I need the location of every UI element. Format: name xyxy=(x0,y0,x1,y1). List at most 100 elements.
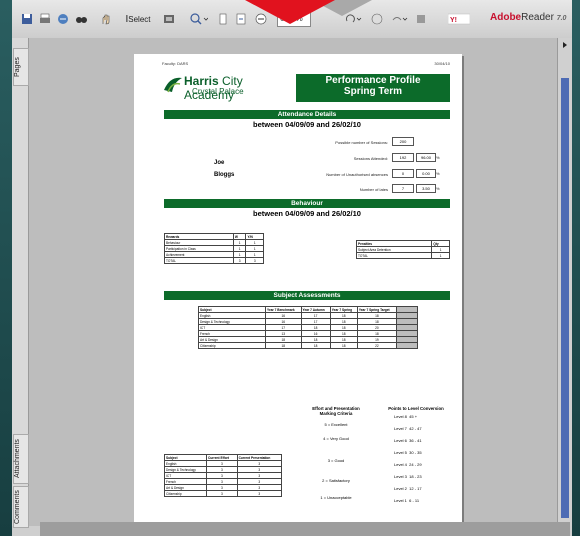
att-value-lates: 7 xyxy=(392,184,414,193)
yahoo-toolbar-icon[interactable]: Y! xyxy=(446,10,472,28)
att-label-lates: Number of lates xyxy=(359,187,388,192)
table-row: TOTAL 3 3 xyxy=(164,257,264,264)
level-name: Level 4 xyxy=(394,462,407,467)
assessments-cell: 18 xyxy=(329,342,358,349)
adobe-reader-brand: AdobeReader 7.0 xyxy=(490,12,566,23)
actual-size-icon[interactable] xyxy=(216,10,230,28)
level-item: Level 4 24 - 29 xyxy=(394,462,422,467)
criteria-item: 3 = Good xyxy=(327,458,345,463)
criteria-item: 4 = Very Good xyxy=(323,436,349,441)
expand-arrow-icon[interactable] xyxy=(559,40,571,50)
slide-indicator-arrow xyxy=(245,0,335,24)
behaviour-heading: Behaviour xyxy=(164,199,450,208)
rewards-cell: TOTAL xyxy=(164,257,234,264)
penalties-cell: 1 xyxy=(431,252,450,259)
level-item: Level 2 12 - 17 xyxy=(394,486,422,491)
level-item: Level 5 30 - 35 xyxy=(394,450,422,455)
effort-cell: 3 xyxy=(236,490,283,497)
rewards-table: Rewards W Y/N Behaviour 1 1 Participatio… xyxy=(164,233,264,264)
att-value-unauthorised: 0 xyxy=(392,169,414,178)
criteria-item: 1 = Unacceptable xyxy=(320,495,352,500)
navigation-panel: Pages Attachments Comments xyxy=(12,38,29,528)
table-row: Citizenship 18 18 18 22 xyxy=(198,342,418,349)
table-row: Citizenship 3 3 xyxy=(163,490,283,497)
level-item: Level 6 36 - 41 xyxy=(394,438,422,443)
brand-product: Reader xyxy=(521,12,554,23)
print-icon[interactable] xyxy=(38,10,52,28)
att-label-attended: Sessions Attended: xyxy=(353,156,388,161)
email-icon[interactable] xyxy=(56,10,70,28)
find-icon[interactable] xyxy=(74,10,88,28)
level-range: 18 - 23 xyxy=(409,474,422,479)
att-pct-unauthorised: 0.00 xyxy=(416,169,436,178)
title-banner: Performance Profile Spring Term xyxy=(296,74,450,102)
effort-cell: Citizenship xyxy=(163,490,208,497)
vertical-scrollbar[interactable] xyxy=(557,38,572,526)
levels-title: Points to Level Conversion xyxy=(388,406,444,411)
level-range: 30 - 35 xyxy=(409,450,422,455)
brand-name: Adobe xyxy=(490,12,522,23)
level-range: 6 - 11 xyxy=(409,498,420,503)
hand-tool-icon[interactable] xyxy=(99,10,113,28)
assessments-cell: 18 xyxy=(300,342,331,349)
att-pct-attended: 96.00 xyxy=(416,153,436,162)
select-tool-button[interactable]: I Select xyxy=(115,10,161,28)
save-icon[interactable] xyxy=(20,10,34,28)
level-item: Level 1 6 - 11 xyxy=(394,498,419,503)
student-first-name: Joe xyxy=(214,160,225,166)
level-name: Level 6 xyxy=(394,438,407,443)
level-item: Level 3 18 - 23 xyxy=(394,474,422,479)
att-value-attended: 192 xyxy=(392,153,414,162)
header-date: 30/04/10 xyxy=(434,61,450,66)
zoom-in-icon[interactable] xyxy=(188,10,210,28)
att-pct-lates: 3.50 xyxy=(416,184,436,193)
level-name: Level 3 xyxy=(394,474,407,479)
level-name: Level 7 xyxy=(394,426,407,431)
svg-text:Y!: Y! xyxy=(450,17,457,24)
effort-table: Subject Current Effort Current Presentat… xyxy=(163,454,283,497)
logo-subtitle: Crystal Palace xyxy=(192,87,244,96)
att-label-possible: Possible number of Sessions: xyxy=(335,140,388,145)
level-name: Level 5 xyxy=(394,450,407,455)
level-name: Level 1 xyxy=(394,498,407,503)
tools-icon[interactable] xyxy=(414,10,428,28)
att-pct-symbol-2: % xyxy=(436,171,440,176)
assessments-blank-cell xyxy=(396,342,418,349)
att-label-unauthorised: Number of Unauthorised absences xyxy=(326,172,388,177)
rewards-cell: 3 xyxy=(245,257,264,264)
level-range: 45 + xyxy=(409,414,418,419)
snapshot-icon[interactable] xyxy=(162,10,176,28)
student-last-name: Bloggs xyxy=(214,172,235,178)
assessments-cell: 22 xyxy=(356,342,398,349)
criteria-title: Effort and Presentation Marking Criteria xyxy=(302,406,370,416)
horizontal-scrollbar[interactable] xyxy=(40,522,570,536)
criteria-title-line2: Marking Criteria xyxy=(319,411,353,416)
undo-icon[interactable] xyxy=(388,10,410,28)
criteria-item: 5 = Excellent xyxy=(324,422,348,427)
security-icon[interactable] xyxy=(370,10,384,28)
penalties-cell: TOTAL xyxy=(355,252,433,259)
effort-cell: 3 xyxy=(206,490,238,497)
select-tool-label: Select xyxy=(128,14,151,24)
criteria-item: 2 = Satisfactory xyxy=(322,478,350,483)
brand-version: 7.0 xyxy=(556,15,567,22)
header-faculty: Faculty: DARS xyxy=(162,61,189,66)
tab-pages[interactable]: Pages xyxy=(13,48,29,86)
tab-attachments[interactable]: Attachments xyxy=(13,434,29,484)
banner-title: Performance Profile xyxy=(325,75,421,86)
level-range: 42 - 47 xyxy=(409,426,422,431)
level-name: Level 8 xyxy=(394,414,407,419)
level-item: Level 8 45 + xyxy=(394,414,417,419)
scrollbar-thumb[interactable] xyxy=(561,78,569,518)
assessments-heading: Subject Assessments xyxy=(164,291,450,300)
rewards-cell: 3 xyxy=(232,257,247,264)
penalties-table: Penalties Qty Subject Area Detention 1 T… xyxy=(355,240,450,259)
level-range: 12 - 17 xyxy=(409,486,422,491)
level-range: 24 - 29 xyxy=(409,462,422,467)
att-pct-symbol-3: % xyxy=(436,186,440,191)
logo-name: Harris xyxy=(184,74,219,88)
behaviour-period: between 04/09/09 and 26/02/10 xyxy=(253,209,361,218)
att-pct-symbol-1: % xyxy=(436,155,440,160)
tab-comments[interactable]: Comments xyxy=(13,486,29,528)
level-item: Level 7 42 - 47 xyxy=(394,426,422,431)
